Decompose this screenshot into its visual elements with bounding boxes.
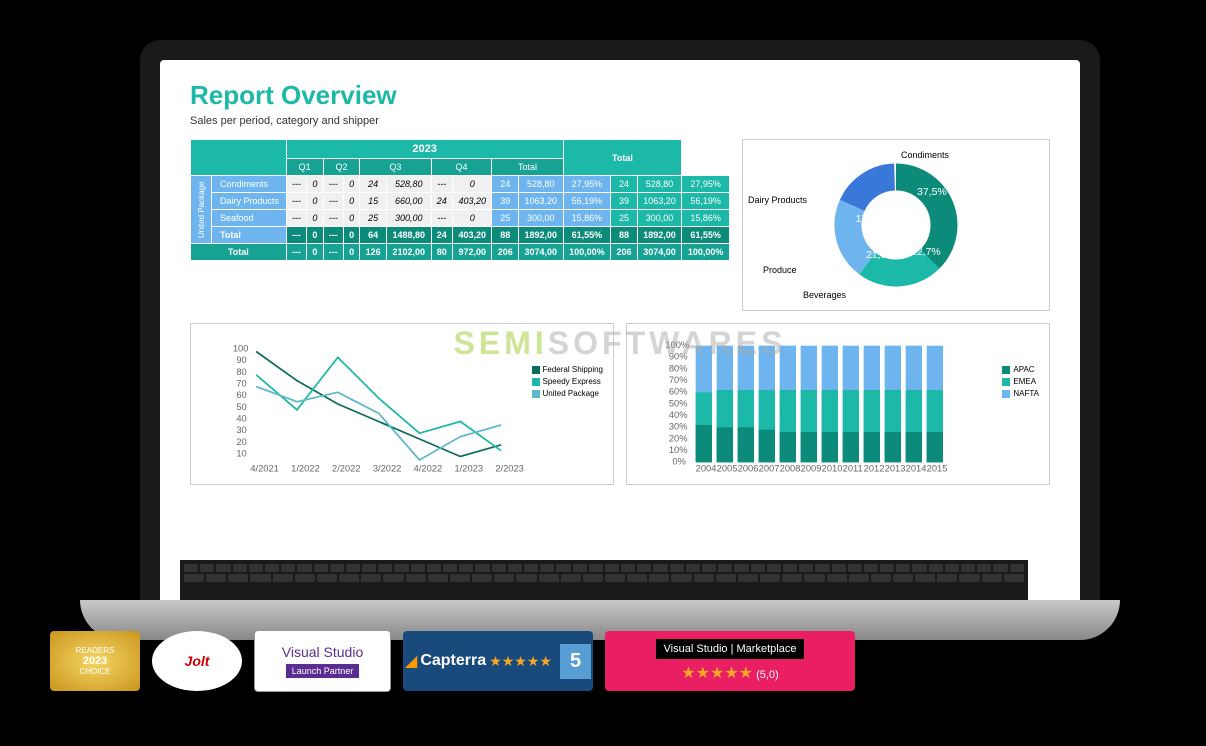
svg-text:50: 50 <box>236 402 246 412</box>
svg-text:1/2023: 1/2023 <box>455 464 484 474</box>
svg-text:22,7%: 22,7% <box>911 246 941 258</box>
svg-text:2/2022: 2/2022 <box>332 464 361 474</box>
svg-text:30%: 30% <box>669 422 688 432</box>
svg-text:4/2022: 4/2022 <box>414 464 443 474</box>
report-title: Report Overview <box>190 80 1050 111</box>
svg-text:40%: 40% <box>669 410 688 420</box>
svg-text:60: 60 <box>236 390 246 400</box>
donut-label: Dairy Products <box>748 195 807 205</box>
svg-text:80%: 80% <box>669 363 688 373</box>
bar-chart: 100%90%80%70%60%50%40%30%20%10%0% 200420… <box>626 323 1050 485</box>
pivot-table: 2023Total Q1Q2Q3Q4Total United PackageCo… <box>190 139 730 311</box>
badges-row: READERS2023CHOICE Jolt Visual StudioLaun… <box>50 630 855 692</box>
svg-text:30: 30 <box>236 425 246 435</box>
table-row: Dairy Products---0---015660,0024403,2039… <box>191 193 730 210</box>
svg-text:2004: 2004 <box>696 464 717 474</box>
donut-label: Produce <box>763 265 797 275</box>
svg-text:3/2022: 3/2022 <box>373 464 402 474</box>
vs-launch-partner-badge: Visual StudioLaunch Partner <box>254 630 391 692</box>
svg-text:2011: 2011 <box>843 464 863 474</box>
svg-text:2006: 2006 <box>738 464 759 474</box>
svg-text:20%: 20% <box>669 433 688 443</box>
svg-text:2008: 2008 <box>780 464 801 474</box>
svg-text:10%: 10% <box>669 445 688 455</box>
line-chart: 10090 80 7060 50 4030 20 10 4/2021 1/2022 2/2022… <box>190 323 614 485</box>
svg-text:40: 40 <box>236 414 246 424</box>
table-row: Total---0---0641488,8024403,20881892,006… <box>191 227 730 244</box>
donut-label: Condiments <box>901 150 949 160</box>
vs-marketplace-badge: Visual Studio | Marketplace★★★★★ (5,0) <box>605 631 855 691</box>
svg-text:1/2022: 1/2022 <box>291 464 320 474</box>
donut-label: Beverages <box>803 290 846 300</box>
readers-choice-badge: READERS2023CHOICE <box>50 631 140 691</box>
svg-text:90%: 90% <box>669 352 688 362</box>
svg-text:100: 100 <box>233 344 249 354</box>
svg-text:2010: 2010 <box>822 464 843 474</box>
svg-text:10: 10 <box>236 449 246 459</box>
grand-total-row: Total---0---01262102,0080972,002063074,0… <box>191 244 730 261</box>
svg-text:90: 90 <box>236 355 246 365</box>
capterra-badge: ◢ Capterra ★★★★★5 <box>403 631 593 691</box>
svg-text:17,8%: 17,8% <box>856 213 886 225</box>
svg-text:50%: 50% <box>669 398 688 408</box>
svg-text:60%: 60% <box>669 387 688 397</box>
svg-text:37,5%: 37,5% <box>917 186 947 198</box>
svg-text:21,3%: 21,3% <box>866 249 896 261</box>
svg-text:0%: 0% <box>672 457 685 467</box>
table-row: United PackageCondiments---0---024528,80… <box>191 176 730 193</box>
svg-text:2009: 2009 <box>801 464 822 474</box>
svg-text:70: 70 <box>236 379 246 389</box>
svg-text:2013: 2013 <box>885 464 906 474</box>
svg-text:2015: 2015 <box>927 464 948 474</box>
laptop-frame: Report Overview Sales per period, catego… <box>140 40 1100 640</box>
report-subtitle: Sales per period, category and shipper <box>190 115 1050 127</box>
svg-text:20: 20 <box>236 437 246 447</box>
svg-text:2012: 2012 <box>864 464 885 474</box>
svg-text:4/2021: 4/2021 <box>250 464 279 474</box>
svg-text:80: 80 <box>236 367 246 377</box>
jolt-badge: Jolt <box>152 631 242 691</box>
svg-text:100%: 100% <box>665 340 689 350</box>
svg-text:2/2023: 2/2023 <box>495 464 524 474</box>
bar-legend: APAC EMEA NAFTA <box>1002 364 1039 400</box>
line-legend: Federal Shipping Speedy Express United P… <box>532 364 603 400</box>
svg-text:2007: 2007 <box>759 464 780 474</box>
svg-text:2014: 2014 <box>906 464 927 474</box>
screen: Report Overview Sales per period, catego… <box>160 60 1080 620</box>
donut-chart: 37,5% 22,7% 21,3% 17,8% Condiments Dairy… <box>742 139 1050 311</box>
table-row: Seafood---0---025300,00---025300,0015,86… <box>191 210 730 227</box>
svg-text:70%: 70% <box>669 375 688 385</box>
svg-text:2005: 2005 <box>717 464 738 474</box>
